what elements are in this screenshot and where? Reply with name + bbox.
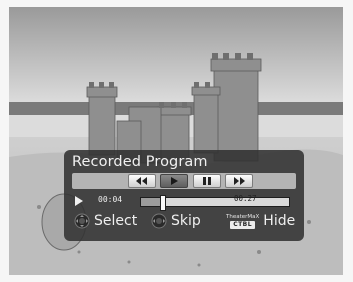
total-time: 00:27 [234,194,257,203]
elapsed-time: 00:04 [98,195,123,204]
play-status-icon [75,196,83,206]
progress-thumb[interactable] [160,195,167,211]
ctbl-key-icon: TheaterMaX CTBL [226,214,259,229]
video-screen: Recorded Program 00:04 00:27 Select Skip… [9,7,343,275]
skip-button-icon [151,213,167,229]
hide-label: Hide [263,213,296,229]
progress-row: 00:04 00:27 [72,194,296,211]
transport-controls [72,173,296,189]
progress-bar[interactable] [140,195,290,211]
skip-hint: Skip [151,213,201,229]
tv-frame: Recorded Program 00:04 00:27 Select Skip… [0,0,353,282]
skip-label: Skip [171,213,201,229]
playback-osd-panel: Recorded Program 00:04 00:27 Select Skip… [64,150,304,241]
select-hint: Select [74,213,137,229]
rewind-icon [136,177,147,185]
fast-forward-icon [234,177,245,185]
pause-icon [203,177,211,185]
fast-forward-button[interactable] [225,174,253,188]
pause-button[interactable] [193,174,221,188]
rewind-button[interactable] [128,174,156,188]
theater-brand: TheaterMaX [226,213,260,220]
hide-hint: TheaterMaX CTBL Hide [226,213,295,229]
select-label: Select [94,213,138,229]
play-icon [171,177,178,185]
play-button[interactable] [160,174,188,188]
key-hints: Select Skip TheaterMaX CTBL Hide [74,213,302,237]
ctbl-key-label: CTBL [230,220,256,229]
osd-title: Recorded Program [72,154,208,170]
select-button-icon [74,213,90,229]
